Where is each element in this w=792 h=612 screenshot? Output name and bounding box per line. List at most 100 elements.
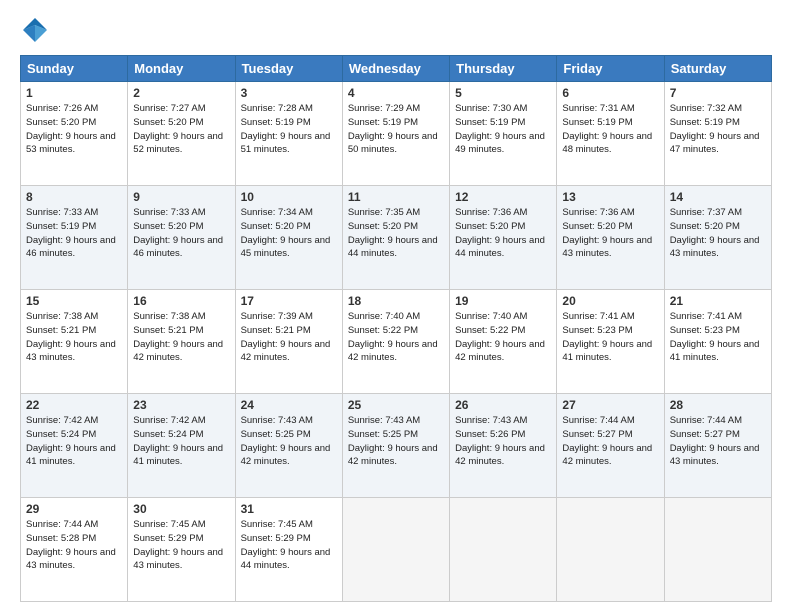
day-info: Sunrise: 7:45 AMSunset: 5:29 PMDaylight:…	[133, 519, 223, 571]
calendar-cell: 14 Sunrise: 7:37 AMSunset: 5:20 PMDaylig…	[664, 186, 771, 290]
day-info: Sunrise: 7:42 AMSunset: 5:24 PMDaylight:…	[133, 415, 223, 467]
day-number: 22	[26, 398, 122, 412]
calendar-cell: 23 Sunrise: 7:42 AMSunset: 5:24 PMDaylig…	[128, 394, 235, 498]
weekday-header: Friday	[557, 56, 664, 82]
day-info: Sunrise: 7:36 AMSunset: 5:20 PMDaylight:…	[562, 207, 652, 259]
day-info: Sunrise: 7:30 AMSunset: 5:19 PMDaylight:…	[455, 103, 545, 155]
day-info: Sunrise: 7:42 AMSunset: 5:24 PMDaylight:…	[26, 415, 116, 467]
calendar-cell: 9 Sunrise: 7:33 AMSunset: 5:20 PMDayligh…	[128, 186, 235, 290]
calendar-cell: 18 Sunrise: 7:40 AMSunset: 5:22 PMDaylig…	[342, 290, 449, 394]
day-number: 2	[133, 86, 229, 100]
day-info: Sunrise: 7:39 AMSunset: 5:21 PMDaylight:…	[241, 311, 331, 363]
calendar-cell: 26 Sunrise: 7:43 AMSunset: 5:26 PMDaylig…	[450, 394, 557, 498]
day-info: Sunrise: 7:43 AMSunset: 5:25 PMDaylight:…	[348, 415, 438, 467]
calendar-cell: 15 Sunrise: 7:38 AMSunset: 5:21 PMDaylig…	[21, 290, 128, 394]
calendar-cell: 30 Sunrise: 7:45 AMSunset: 5:29 PMDaylig…	[128, 498, 235, 602]
day-number: 1	[26, 86, 122, 100]
calendar-cell: 16 Sunrise: 7:38 AMSunset: 5:21 PMDaylig…	[128, 290, 235, 394]
calendar-cell	[557, 498, 664, 602]
day-number: 30	[133, 502, 229, 516]
day-info: Sunrise: 7:38 AMSunset: 5:21 PMDaylight:…	[133, 311, 223, 363]
day-number: 28	[670, 398, 766, 412]
day-number: 17	[241, 294, 337, 308]
calendar-cell: 22 Sunrise: 7:42 AMSunset: 5:24 PMDaylig…	[21, 394, 128, 498]
weekday-header: Saturday	[664, 56, 771, 82]
day-number: 21	[670, 294, 766, 308]
weekday-header: Sunday	[21, 56, 128, 82]
day-info: Sunrise: 7:45 AMSunset: 5:29 PMDaylight:…	[241, 519, 331, 571]
day-info: Sunrise: 7:44 AMSunset: 5:28 PMDaylight:…	[26, 519, 116, 571]
calendar-cell: 28 Sunrise: 7:44 AMSunset: 5:27 PMDaylig…	[664, 394, 771, 498]
day-info: Sunrise: 7:32 AMSunset: 5:19 PMDaylight:…	[670, 103, 760, 155]
day-info: Sunrise: 7:41 AMSunset: 5:23 PMDaylight:…	[562, 311, 652, 363]
calendar-cell: 11 Sunrise: 7:35 AMSunset: 5:20 PMDaylig…	[342, 186, 449, 290]
day-number: 7	[670, 86, 766, 100]
calendar-cell: 1 Sunrise: 7:26 AMSunset: 5:20 PMDayligh…	[21, 82, 128, 186]
day-info: Sunrise: 7:36 AMSunset: 5:20 PMDaylight:…	[455, 207, 545, 259]
day-number: 6	[562, 86, 658, 100]
calendar-cell: 19 Sunrise: 7:40 AMSunset: 5:22 PMDaylig…	[450, 290, 557, 394]
day-info: Sunrise: 7:33 AMSunset: 5:19 PMDaylight:…	[26, 207, 116, 259]
day-info: Sunrise: 7:26 AMSunset: 5:20 PMDaylight:…	[26, 103, 116, 155]
calendar-cell: 2 Sunrise: 7:27 AMSunset: 5:20 PMDayligh…	[128, 82, 235, 186]
calendar-cell: 12 Sunrise: 7:36 AMSunset: 5:20 PMDaylig…	[450, 186, 557, 290]
weekday-header: Tuesday	[235, 56, 342, 82]
day-number: 19	[455, 294, 551, 308]
calendar-cell: 4 Sunrise: 7:29 AMSunset: 5:19 PMDayligh…	[342, 82, 449, 186]
calendar-cell: 3 Sunrise: 7:28 AMSunset: 5:19 PMDayligh…	[235, 82, 342, 186]
day-info: Sunrise: 7:27 AMSunset: 5:20 PMDaylight:…	[133, 103, 223, 155]
day-info: Sunrise: 7:40 AMSunset: 5:22 PMDaylight:…	[455, 311, 545, 363]
calendar-cell: 27 Sunrise: 7:44 AMSunset: 5:27 PMDaylig…	[557, 394, 664, 498]
calendar-cell: 8 Sunrise: 7:33 AMSunset: 5:19 PMDayligh…	[21, 186, 128, 290]
day-number: 27	[562, 398, 658, 412]
day-info: Sunrise: 7:28 AMSunset: 5:19 PMDaylight:…	[241, 103, 331, 155]
day-number: 5	[455, 86, 551, 100]
day-info: Sunrise: 7:35 AMSunset: 5:20 PMDaylight:…	[348, 207, 438, 259]
day-info: Sunrise: 7:43 AMSunset: 5:26 PMDaylight:…	[455, 415, 545, 467]
day-info: Sunrise: 7:31 AMSunset: 5:19 PMDaylight:…	[562, 103, 652, 155]
logo	[20, 15, 54, 45]
day-number: 13	[562, 190, 658, 204]
weekday-header: Wednesday	[342, 56, 449, 82]
calendar-table: SundayMondayTuesdayWednesdayThursdayFrid…	[20, 55, 772, 602]
day-number: 16	[133, 294, 229, 308]
calendar-cell: 31 Sunrise: 7:45 AMSunset: 5:29 PMDaylig…	[235, 498, 342, 602]
day-info: Sunrise: 7:34 AMSunset: 5:20 PMDaylight:…	[241, 207, 331, 259]
header	[20, 15, 772, 45]
day-info: Sunrise: 7:40 AMSunset: 5:22 PMDaylight:…	[348, 311, 438, 363]
day-info: Sunrise: 7:38 AMSunset: 5:21 PMDaylight:…	[26, 311, 116, 363]
day-number: 23	[133, 398, 229, 412]
calendar-cell: 17 Sunrise: 7:39 AMSunset: 5:21 PMDaylig…	[235, 290, 342, 394]
day-info: Sunrise: 7:41 AMSunset: 5:23 PMDaylight:…	[670, 311, 760, 363]
day-info: Sunrise: 7:37 AMSunset: 5:20 PMDaylight:…	[670, 207, 760, 259]
calendar-cell: 20 Sunrise: 7:41 AMSunset: 5:23 PMDaylig…	[557, 290, 664, 394]
day-number: 18	[348, 294, 444, 308]
calendar-cell: 24 Sunrise: 7:43 AMSunset: 5:25 PMDaylig…	[235, 394, 342, 498]
day-info: Sunrise: 7:44 AMSunset: 5:27 PMDaylight:…	[670, 415, 760, 467]
day-info: Sunrise: 7:43 AMSunset: 5:25 PMDaylight:…	[241, 415, 331, 467]
calendar-cell: 21 Sunrise: 7:41 AMSunset: 5:23 PMDaylig…	[664, 290, 771, 394]
logo-icon	[20, 15, 50, 45]
day-info: Sunrise: 7:44 AMSunset: 5:27 PMDaylight:…	[562, 415, 652, 467]
calendar-cell	[664, 498, 771, 602]
weekday-header: Monday	[128, 56, 235, 82]
day-number: 20	[562, 294, 658, 308]
calendar-cell: 29 Sunrise: 7:44 AMSunset: 5:28 PMDaylig…	[21, 498, 128, 602]
calendar-cell	[342, 498, 449, 602]
day-number: 15	[26, 294, 122, 308]
day-number: 10	[241, 190, 337, 204]
calendar-cell: 13 Sunrise: 7:36 AMSunset: 5:20 PMDaylig…	[557, 186, 664, 290]
calendar-cell: 7 Sunrise: 7:32 AMSunset: 5:19 PMDayligh…	[664, 82, 771, 186]
day-number: 4	[348, 86, 444, 100]
calendar-cell: 5 Sunrise: 7:30 AMSunset: 5:19 PMDayligh…	[450, 82, 557, 186]
calendar-cell: 6 Sunrise: 7:31 AMSunset: 5:19 PMDayligh…	[557, 82, 664, 186]
weekday-header: Thursday	[450, 56, 557, 82]
day-number: 24	[241, 398, 337, 412]
day-number: 3	[241, 86, 337, 100]
day-number: 8	[26, 190, 122, 204]
day-info: Sunrise: 7:33 AMSunset: 5:20 PMDaylight:…	[133, 207, 223, 259]
calendar-cell	[450, 498, 557, 602]
day-number: 26	[455, 398, 551, 412]
day-number: 25	[348, 398, 444, 412]
day-number: 11	[348, 190, 444, 204]
